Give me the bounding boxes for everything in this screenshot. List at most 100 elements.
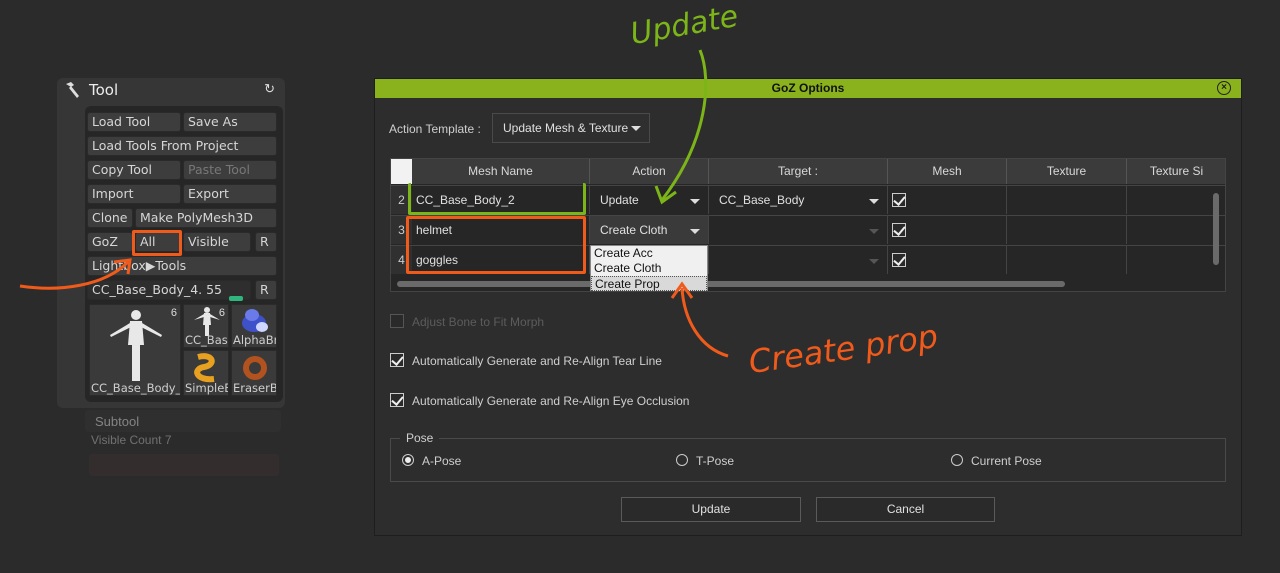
col-target[interactable]: Target : xyxy=(709,159,888,184)
copy-tool-button[interactable]: Copy Tool xyxy=(87,160,181,180)
table-corner[interactable] xyxy=(391,159,412,184)
tear-line-label: Automatically Generate and Re-Align Tear… xyxy=(412,354,662,368)
adjust-bone-checkbox[interactable] xyxy=(390,314,404,328)
chevron-down-icon xyxy=(869,259,879,264)
col-texture[interactable]: Texture xyxy=(1007,159,1127,184)
clone-button[interactable]: Clone xyxy=(87,208,133,228)
horizontal-scrollbar[interactable] xyxy=(397,281,1065,287)
action-template-value: Update Mesh & Texture xyxy=(503,121,629,135)
goz-visible-button[interactable]: Visible xyxy=(183,232,251,252)
t-pose-radio[interactable] xyxy=(676,454,688,466)
menu-item-create-prop[interactable]: Create Prop xyxy=(591,276,707,291)
tool-thumbnail-small[interactable]: 6 CC_Base xyxy=(183,304,229,348)
mesh-checkbox[interactable] xyxy=(892,253,906,267)
action-value: Update xyxy=(600,193,639,207)
texture-size-cell xyxy=(1127,215,1225,244)
col-mesh-name[interactable]: Mesh Name xyxy=(412,159,590,184)
eye-occlusion-label: Automatically Generate and Re-Align Eye … xyxy=(412,394,690,408)
a-pose-radio[interactable] xyxy=(402,454,414,466)
action-dropdown-menu: Create Acc Create Cloth Create Prop xyxy=(590,245,708,291)
save-as-button[interactable]: Save As xyxy=(183,112,277,132)
t-pose-label: T-Pose xyxy=(696,454,735,468)
eraser-brush-label: EraserB xyxy=(233,381,277,395)
action-template-select[interactable]: Update Mesh & Texture xyxy=(492,113,650,143)
load-tools-from-project-button[interactable]: Load Tools From Project xyxy=(87,136,277,156)
subtool-title[interactable]: Subtool xyxy=(85,410,281,432)
texture-cell xyxy=(1007,245,1127,274)
tool-title: Tool xyxy=(89,81,119,99)
action-cell[interactable]: Update xyxy=(590,185,709,214)
chevron-down-icon xyxy=(690,229,700,234)
mesh-checkbox[interactable] xyxy=(892,223,906,237)
tool-header[interactable]: Tool ↻ xyxy=(57,78,285,102)
chevron-down-icon xyxy=(690,199,700,204)
tool-r-button[interactable]: R xyxy=(255,280,277,300)
mesh-check-cell xyxy=(888,245,1007,274)
texture-cell xyxy=(1007,185,1127,214)
current-pose-radio[interactable] xyxy=(951,454,963,466)
lightbox-tools-button[interactable]: Lightbox▶Tools xyxy=(87,256,277,276)
close-icon[interactable]: × xyxy=(1217,81,1231,95)
human-figure-icon xyxy=(110,310,162,381)
thumb-small-count: 6 xyxy=(218,307,225,319)
adjust-bone-label: Adjust Bone to Fit Morph xyxy=(412,315,545,329)
create-prop-highlight xyxy=(406,216,586,274)
dialog-title: GoZ Options xyxy=(375,79,1241,98)
chevron-down-icon xyxy=(869,229,879,234)
simple-brush-icon xyxy=(194,353,215,383)
tool-body: Load Tool Save As Load Tools From Projec… xyxy=(85,106,283,402)
thumb-main-label: CC_Base_Body_4 xyxy=(91,381,181,395)
texture-size-cell xyxy=(1127,185,1225,214)
target-cell[interactable] xyxy=(709,245,888,274)
menu-item-create-cloth[interactable]: Create Cloth xyxy=(591,261,707,276)
alpha-brush-label: AlphaBr xyxy=(233,333,277,347)
current-tool-slider-knob[interactable] xyxy=(229,296,243,301)
col-action[interactable]: Action xyxy=(590,159,709,184)
col-texture-size[interactable]: Texture Si xyxy=(1127,159,1225,184)
pose-title: Pose xyxy=(400,431,440,445)
export-button[interactable]: Export xyxy=(183,184,277,204)
texture-size-cell xyxy=(1127,245,1225,274)
alpha-brush-thumbnail[interactable]: AlphaBr xyxy=(231,304,277,348)
target-value: CC_Base_Body xyxy=(719,193,805,207)
cancel-button[interactable]: Cancel xyxy=(816,497,995,522)
action-value: Create Cloth xyxy=(600,223,668,237)
tear-line-checkbox[interactable] xyxy=(390,353,404,367)
simple-brush-label: SimpleB xyxy=(185,381,229,395)
a-pose-label: A-Pose xyxy=(422,454,462,468)
goz-button[interactable]: GoZ xyxy=(87,232,133,252)
make-polymesh-button[interactable]: Make PolyMesh3D xyxy=(135,208,277,228)
menu-item-create-acc[interactable]: Create Acc xyxy=(591,246,707,261)
current-tool-slider[interactable]: CC_Base_Body_4. 55 xyxy=(87,280,251,300)
action-cell[interactable]: Create Cloth xyxy=(590,215,709,244)
mesh-checkbox[interactable] xyxy=(892,193,906,207)
reset-icon[interactable]: ↻ xyxy=(264,81,275,97)
subtool-row[interactable] xyxy=(89,454,279,476)
mesh-check-cell xyxy=(888,215,1007,244)
load-tool-button[interactable]: Load Tool xyxy=(87,112,181,132)
paste-tool-button[interactable]: Paste Tool xyxy=(183,160,277,180)
eraser-brush-thumbnail[interactable]: EraserB xyxy=(231,350,277,396)
eye-occlusion-checkbox[interactable] xyxy=(390,393,404,407)
thumb-small-label: CC_Base xyxy=(185,333,228,347)
subtool-visible-count: Visible Count 7 xyxy=(91,433,172,447)
import-button[interactable]: Import xyxy=(87,184,181,204)
pose-group xyxy=(390,438,1226,482)
vertical-scrollbar[interactable] xyxy=(1213,193,1219,265)
hammer-icon xyxy=(66,82,79,98)
simple-brush-thumbnail[interactable]: SimpleB xyxy=(183,350,229,396)
update-button[interactable]: Update xyxy=(621,497,801,522)
goz-all-highlight xyxy=(132,230,182,256)
chevron-down-icon xyxy=(869,199,879,204)
subtool-panel: Subtool Visible Count 7 xyxy=(85,410,281,490)
thumb-main-count: 6 xyxy=(170,307,177,319)
update-highlight xyxy=(408,183,586,215)
update-annotation: Update xyxy=(627,0,741,53)
target-cell[interactable]: CC_Base_Body xyxy=(709,185,888,214)
tool-thumbnail-main[interactable]: 6 CC_Base_Body_4 xyxy=(89,304,181,396)
goz-r-button[interactable]: R xyxy=(255,232,277,252)
col-mesh[interactable]: Mesh xyxy=(888,159,1007,184)
target-cell[interactable] xyxy=(709,215,888,244)
eraser-brush-icon xyxy=(243,356,267,380)
current-pose-label: Current Pose xyxy=(971,454,1042,468)
